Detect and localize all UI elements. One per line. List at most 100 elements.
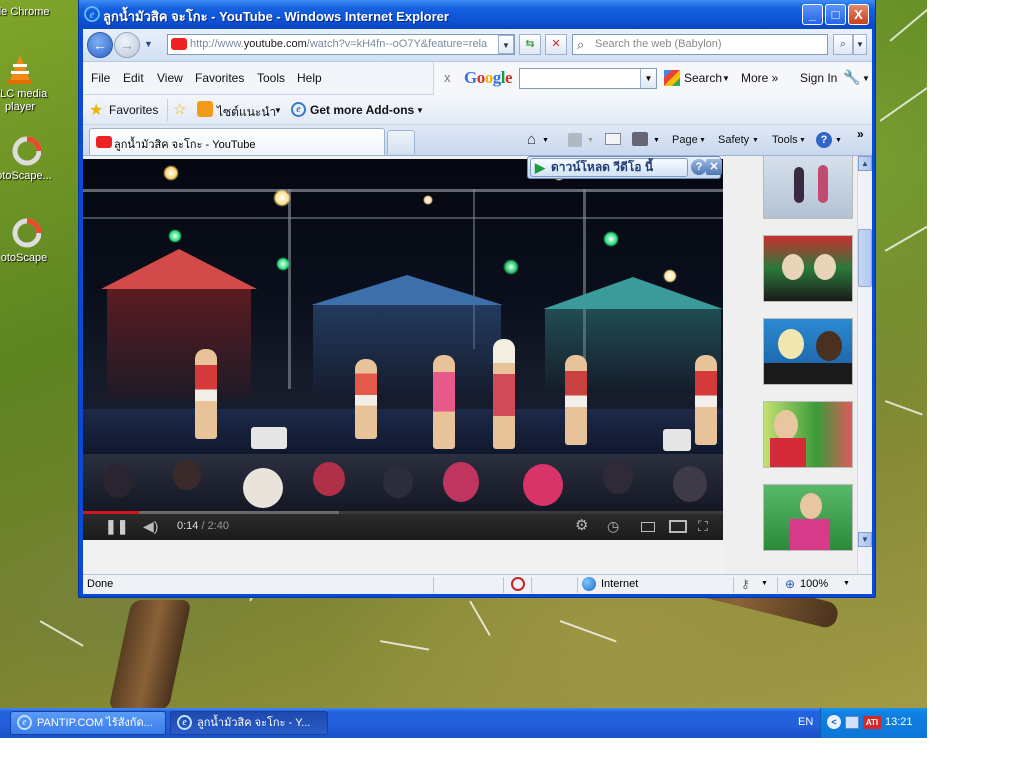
google-signin-button[interactable]: Sign In	[800, 71, 837, 85]
back-button[interactable]: ←	[87, 32, 113, 58]
chevron-down-icon[interactable]: ▼	[752, 137, 759, 144]
search-input[interactable]: ⌕ Search the web (Babylon)	[572, 34, 828, 55]
home-icon[interactable]: ⌂	[527, 131, 536, 148]
ati-icon[interactable]: ATI	[863, 716, 881, 729]
minimize-button[interactable]: _	[802, 4, 823, 25]
related-video-thumbnail[interactable]	[763, 318, 853, 385]
chevron-down-icon[interactable]: ▼	[699, 137, 706, 144]
menu-tools[interactable]: Tools	[257, 71, 285, 85]
wrench-icon[interactable]: 🔧	[843, 69, 860, 86]
maximize-button[interactable]: □	[825, 4, 846, 25]
show-hidden-icons-icon[interactable]: <	[827, 715, 841, 729]
crowd-head	[523, 464, 563, 506]
blocked-eye-icon[interactable]	[511, 577, 525, 591]
chevron-down-icon[interactable]: ▼	[835, 137, 842, 144]
vertical-scroll-thumb[interactable]	[858, 229, 872, 287]
search-go-button[interactable]: ⌕	[833, 34, 853, 55]
chevron-down-icon[interactable]: ▼	[722, 74, 730, 83]
chevron-down-icon[interactable]: ▼	[761, 580, 768, 587]
toolbar-overflow-icon[interactable]: »	[857, 127, 864, 141]
related-video-thumbnail[interactable]	[763, 401, 853, 468]
get-addons-link[interactable]: Get more Add-ons	[310, 103, 414, 117]
related-video-thumbnail[interactable]	[763, 235, 853, 302]
language-indicator[interactable]: EN	[798, 716, 813, 728]
desktop-icon-label: otoScape	[0, 252, 48, 264]
taskbar-button-pantip[interactable]: e PANTIP.COM ไร้สังกัด...	[10, 711, 166, 735]
fullscreen-icon[interactable]: ⛶	[698, 518, 708, 534]
menu-file[interactable]: File	[91, 71, 110, 85]
menu-favorites[interactable]: Favorites	[195, 71, 244, 85]
pause-icon[interactable]: ❚❚	[105, 518, 128, 534]
help-icon[interactable]: ?	[816, 132, 832, 148]
page-menu-button[interactable]: Page	[672, 134, 698, 146]
chevron-down-icon[interactable]: ▼	[862, 74, 870, 83]
chevron-down-icon[interactable]: ▼	[274, 106, 282, 115]
face	[782, 254, 804, 280]
taskbar-button-youtube[interactable]: e ลูกน้ำมัวสิค จะโกะ - Y...	[170, 711, 328, 735]
security-zone: Internet	[601, 578, 639, 590]
address-dropdown-button[interactable]: ▼	[498, 35, 514, 54]
related-video-thumbnail[interactable]	[763, 156, 853, 219]
chevron-down-icon[interactable]: ▼	[416, 106, 424, 115]
clock[interactable]: 13:21	[885, 716, 913, 728]
stop-button[interactable]: ✕	[545, 34, 567, 55]
zoom-level[interactable]: 100%	[800, 578, 828, 590]
address-bar[interactable]: http://www.youtube.com/watch?v=kH4fn--oO…	[167, 34, 515, 55]
menu-help[interactable]: Help	[297, 71, 322, 85]
volume-icon[interactable]: ◀)	[143, 518, 158, 534]
large-player-icon[interactable]	[669, 520, 687, 533]
menu-view[interactable]: View	[157, 71, 183, 85]
desktop-icon-photoscape-1[interactable]: otoScape...	[0, 134, 56, 182]
google-search-button[interactable]: Search	[684, 71, 722, 85]
vertical-scrollbar[interactable]: ▲ ▼	[857, 156, 872, 574]
mail-icon[interactable]	[605, 133, 621, 145]
tools-menu-button[interactable]: Tools	[772, 134, 798, 146]
chevron-down-icon[interactable]: ▼	[587, 137, 594, 144]
google-search-input[interactable]: ▼	[519, 68, 657, 89]
forward-button[interactable]: →	[114, 32, 140, 58]
safety-menu-button[interactable]: Safety	[718, 134, 749, 146]
recent-pages-dropdown[interactable]: ▼	[144, 39, 153, 49]
watch-later-clock-icon[interactable]: ◷	[607, 518, 619, 534]
google-toolbar-close-button[interactable]: x	[444, 70, 451, 85]
video-frame	[83, 159, 723, 511]
close-button[interactable]: X	[848, 4, 869, 25]
wallpaper-streak	[884, 225, 927, 252]
download-close-icon[interactable]: ✕	[706, 159, 722, 175]
suggested-sites-link[interactable]: ไซต์แนะนำ	[217, 103, 276, 122]
chevron-down-icon[interactable]: ▼	[843, 580, 850, 587]
add-favorite-star-icon[interactable]: ☆	[173, 100, 186, 118]
stage-light	[603, 231, 619, 247]
chevron-down-icon[interactable]: ▼	[653, 137, 660, 144]
desktop-icon-photoscape-2[interactable]: otoScape	[0, 216, 56, 264]
new-tab-button[interactable]	[387, 130, 415, 154]
chevron-down-icon[interactable]: ▼	[542, 137, 549, 144]
tab-active[interactable]: ลูกน้ำมัวสิค จะโกะ - YouTube	[89, 128, 385, 155]
print-icon[interactable]	[632, 132, 648, 146]
dancer	[433, 355, 455, 449]
tab-title: ลูกน้ำมัวสิค จะโกะ - YouTube	[114, 139, 256, 151]
scroll-down-button[interactable]: ▼	[858, 532, 872, 547]
download-help-icon[interactable]: ?	[691, 159, 707, 175]
menu-edit[interactable]: Edit	[123, 71, 144, 85]
desktop-icon-chrome[interactable]: ogle Chrome	[0, 6, 50, 18]
teal-tent	[543, 277, 723, 309]
title-bar[interactable]: e ลูกน้ำมัวสิค จะโกะ - YouTube - Windows…	[79, 0, 875, 29]
chevron-down-icon[interactable]: ▼	[799, 137, 806, 144]
download-video-button[interactable]: ▶ ดาวน์โหลด วีดีโอ นี้	[530, 158, 688, 177]
refresh-button[interactable]: ⇆	[519, 34, 541, 55]
scroll-up-button[interactable]: ▲	[858, 156, 872, 171]
protected-mode-icon[interactable]: ⚷	[741, 577, 750, 591]
google-toolbar: x Google ▼ Search ▼ More » Sign In 🔧 ▼	[433, 62, 872, 95]
desktop-icon-vlc[interactable]: VLC media player	[0, 52, 52, 114]
video-player[interactable]: ❚❚ ◀) 0:14 / 2:40 ⚙ ◷ ⛶	[83, 159, 723, 540]
search-options-dropdown[interactable]: ▼	[853, 34, 867, 55]
network-icon[interactable]	[845, 716, 859, 729]
ie-addons-icon: e	[291, 102, 306, 117]
related-video-thumbnail[interactable]	[763, 484, 853, 551]
gear-icon[interactable]: ⚙	[575, 518, 588, 534]
favorites-button[interactable]: Favorites	[109, 103, 158, 117]
small-player-icon[interactable]	[641, 522, 655, 532]
feeds-icon[interactable]	[568, 133, 582, 147]
google-more-button[interactable]: More »	[741, 71, 778, 85]
